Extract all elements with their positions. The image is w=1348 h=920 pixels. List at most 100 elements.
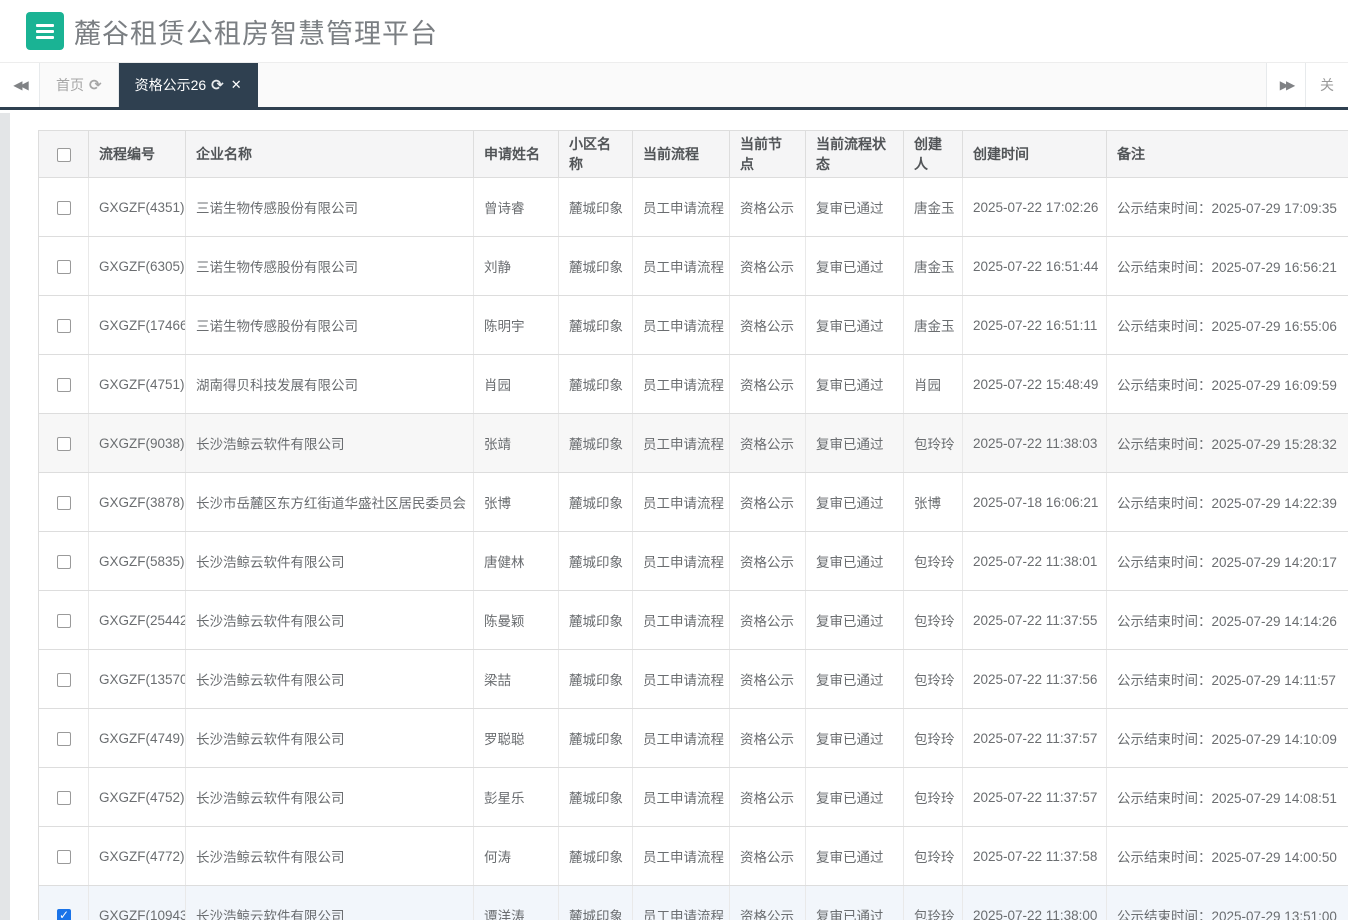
cell-status: 复审已通过 — [806, 296, 904, 355]
cell-created-time: 2025-07-22 11:38:03 — [963, 414, 1107, 473]
col-header-created-time: 创建时间 — [963, 131, 1107, 178]
cell-company: 长沙浩鲸云软件有限公司 — [186, 768, 474, 827]
cell-process-no: GXGZF(3878) — [89, 473, 186, 532]
cell-node: 资格公示 — [730, 178, 806, 237]
cell-community: 麓城印象 — [559, 827, 633, 886]
cell-company: 长沙市岳麓区东方红街道华盛社区居民委员会 — [186, 473, 474, 532]
cell-status: 复审已通过 — [806, 237, 904, 296]
table-row[interactable]: GXGZF(4751) 湖南得贝科技发展有限公司 肖园 麓城印象 员工申请流程 … — [39, 355, 1348, 414]
table-row[interactable]: GXGZF(4351) 三诺生物传感股份有限公司 曾诗睿 麓城印象 员工申请流程… — [39, 178, 1348, 237]
cell-creator: 包玲玲 — [904, 768, 963, 827]
row-checkbox[interactable] — [57, 496, 71, 510]
cell-company: 湖南得贝科技发展有限公司 — [186, 355, 474, 414]
table-row[interactable]: GXGZF(25442) 长沙浩鲸云软件有限公司 陈曼颖 麓城印象 员工申请流程… — [39, 591, 1348, 650]
scroll-tabs-right-icon[interactable]: ▶▶ — [1266, 63, 1306, 107]
table-row[interactable]: GXGZF(4772) 长沙浩鲸云软件有限公司 何涛 麓城印象 员工申请流程 资… — [39, 827, 1348, 886]
table-row[interactable]: GXGZF(13570) 长沙浩鲸云软件有限公司 梁喆 麓城印象 员工申请流程 … — [39, 650, 1348, 709]
row-checkbox[interactable] — [57, 555, 71, 569]
cell-process-no: GXGZF(4772) — [89, 827, 186, 886]
cell-node: 资格公示 — [730, 768, 806, 827]
cell-community: 麓城印象 — [559, 650, 633, 709]
cell-flow: 员工申请流程 — [633, 414, 730, 473]
select-all-checkbox[interactable] — [57, 148, 71, 162]
cell-created-time: 2025-07-22 11:38:00 — [963, 886, 1107, 920]
cell-company: 长沙浩鲸云软件有限公司 — [186, 414, 474, 473]
row-checkbox[interactable] — [57, 201, 71, 215]
row-checkbox[interactable] — [57, 673, 71, 687]
tab-qualification-publicity[interactable]: 资格公示26 ⟳ ✕ — [119, 63, 258, 107]
cell-node: 资格公示 — [730, 532, 806, 591]
cell-node: 资格公示 — [730, 591, 806, 650]
col-header-applicant: 申请姓名 — [474, 131, 559, 178]
cell-flow: 员工申请流程 — [633, 237, 730, 296]
col-header-company: 企业名称 — [186, 131, 474, 178]
publicity-table: 流程编号 企业名称 申请姓名 小区名称 当前流程 当前节点 当前流程状态 创建人… — [38, 130, 1348, 920]
table-row[interactable]: GXGZF(5835) 长沙浩鲸云软件有限公司 唐健林 麓城印象 员工申请流程 … — [39, 532, 1348, 591]
table-row[interactable]: GXGZF(17466) 三诺生物传感股份有限公司 陈明宇 麓城印象 员工申请流… — [39, 296, 1348, 355]
cell-status: 复审已通过 — [806, 178, 904, 237]
cell-applicant: 张靖 — [474, 414, 559, 473]
row-checkbox[interactable] — [57, 614, 71, 628]
tab-home[interactable]: 首页 ⟳ — [40, 63, 119, 107]
table-row[interactable]: GXGZF(3878) 长沙市岳麓区东方红街道华盛社区居民委员会 张博 麓城印象… — [39, 473, 1348, 532]
cell-community: 麓城印象 — [559, 473, 633, 532]
close-tab-icon[interactable]: ✕ — [231, 77, 242, 93]
cell-creator: 唐金玉 — [904, 296, 963, 355]
row-checkbox[interactable] — [57, 260, 71, 274]
tab-bar: ◀◀ 首页 ⟳ 资格公示26 ⟳ ✕ ▶▶ 关 — [0, 62, 1348, 110]
cell-created-time: 2025-07-22 15:48:49 — [963, 355, 1107, 414]
top-bar: 麓谷租赁公租房智慧管理平台 — [0, 0, 1348, 62]
hamburger-menu-icon[interactable] — [26, 12, 64, 50]
cell-created-time: 2025-07-22 11:37:57 — [963, 709, 1107, 768]
cell-remark: 公示结束时间：2025-07-29 13:51:00 — [1107, 886, 1348, 920]
cell-community: 麓城印象 — [559, 178, 633, 237]
cell-created-time: 2025-07-18 16:06:21 — [963, 473, 1107, 532]
cell-company: 三诺生物传感股份有限公司 — [186, 237, 474, 296]
row-checkbox[interactable] — [57, 378, 71, 392]
cell-community: 麓城印象 — [559, 768, 633, 827]
row-checkbox[interactable] — [57, 437, 71, 451]
cell-creator: 包玲玲 — [904, 827, 963, 886]
cell-flow: 员工申请流程 — [633, 178, 730, 237]
refresh-icon[interactable]: ⟳ — [211, 78, 224, 93]
cell-status: 复审已通过 — [806, 414, 904, 473]
scroll-tabs-left-icon[interactable]: ◀◀ — [0, 63, 40, 107]
cell-applicant: 罗聪聪 — [474, 709, 559, 768]
cell-company: 长沙浩鲸云软件有限公司 — [186, 532, 474, 591]
refresh-icon[interactable]: ⟳ — [89, 78, 102, 93]
cell-remark: 公示结束时间：2025-07-29 14:11:57 — [1107, 650, 1348, 709]
cell-community: 麓城印象 — [559, 414, 633, 473]
cell-status: 复审已通过 — [806, 709, 904, 768]
table-row[interactable]: GXGZF(4749) 长沙浩鲸云软件有限公司 罗聪聪 麓城印象 员工申请流程 … — [39, 709, 1348, 768]
cell-process-no: GXGZF(4749) — [89, 709, 186, 768]
table-row[interactable]: GXGZF(10943) 长沙浩鲸云软件有限公司 谭洋涛 麓城印象 员工申请流程… — [39, 886, 1348, 920]
cell-community: 麓城印象 — [559, 237, 633, 296]
cell-flow: 员工申请流程 — [633, 709, 730, 768]
cell-created-time: 2025-07-22 16:51:11 — [963, 296, 1107, 355]
table-row[interactable]: GXGZF(9038) 长沙浩鲸云软件有限公司 张靖 麓城印象 员工申请流程 资… — [39, 414, 1348, 473]
cell-process-no: GXGZF(9038) — [89, 414, 186, 473]
cell-process-no: GXGZF(13570) — [89, 650, 186, 709]
cell-applicant: 曾诗睿 — [474, 178, 559, 237]
table-row[interactable]: GXGZF(6305) 三诺生物传感股份有限公司 刘静 麓城印象 员工申请流程 … — [39, 237, 1348, 296]
cell-process-no: GXGZF(17466) — [89, 296, 186, 355]
cell-company: 长沙浩鲸云软件有限公司 — [186, 886, 474, 920]
cell-created-time: 2025-07-22 11:38:01 — [963, 532, 1107, 591]
close-operations-button[interactable]: 关 — [1306, 63, 1348, 107]
cell-node: 资格公示 — [730, 650, 806, 709]
row-checkbox[interactable] — [57, 850, 71, 864]
cell-remark: 公示结束时间：2025-07-29 16:09:59 — [1107, 355, 1348, 414]
cell-creator: 包玲玲 — [904, 591, 963, 650]
cell-remark: 公示结束时间：2025-07-29 16:56:21 — [1107, 237, 1348, 296]
cell-process-no: GXGZF(4351) — [89, 178, 186, 237]
row-checkbox[interactable] — [57, 732, 71, 746]
row-checkbox[interactable] — [57, 791, 71, 805]
cell-status: 复审已通过 — [806, 827, 904, 886]
cell-applicant: 刘静 — [474, 237, 559, 296]
cell-remark: 公示结束时间：2025-07-29 14:22:39 — [1107, 473, 1348, 532]
row-checkbox[interactable] — [57, 909, 71, 920]
cell-status: 复审已通过 — [806, 473, 904, 532]
table-row[interactable]: GXGZF(4752) 长沙浩鲸云软件有限公司 彭星乐 麓城印象 员工申请流程 … — [39, 768, 1348, 827]
row-checkbox[interactable] — [57, 319, 71, 333]
cell-creator: 包玲玲 — [904, 414, 963, 473]
